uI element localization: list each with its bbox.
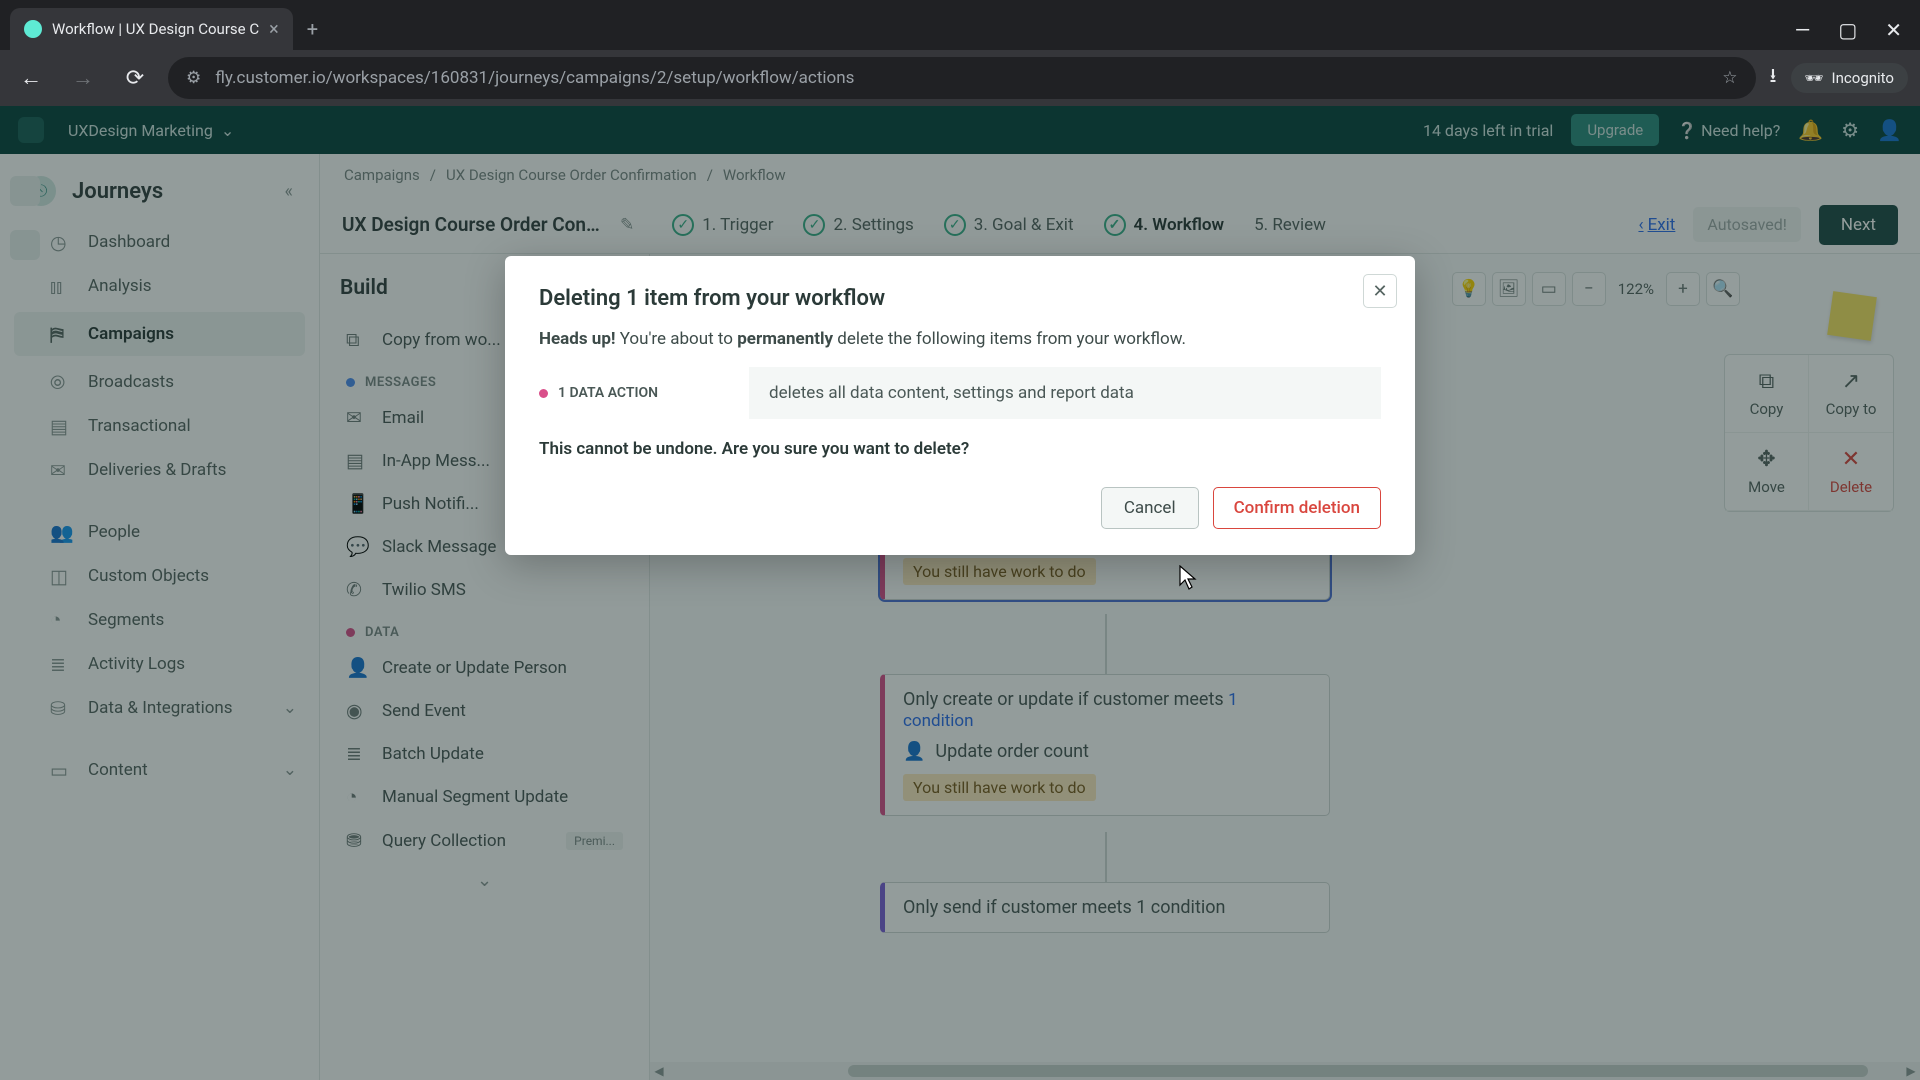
browser-tab[interactable]: Workflow | UX Design Course C × — [10, 8, 293, 50]
delete-confirmation-modal: ✕ Deleting 1 item from your workflow Hea… — [505, 256, 1415, 555]
browser-tabstrip: Workflow | UX Design Course C × + — ▢ ✕ — [0, 0, 1920, 50]
permanently-label: permanently — [737, 329, 833, 349]
cancel-label: Cancel — [1124, 498, 1176, 518]
url-text: fly.customer.io/workspaces/160831/journe… — [215, 68, 1708, 88]
modal-body-text: Heads up! You're about to permanently de… — [539, 329, 1381, 349]
incognito-icon: 🕶 — [1805, 69, 1824, 87]
window-controls: — ▢ ✕ — [1795, 18, 1920, 50]
reload-button[interactable]: ⟳ — [116, 59, 154, 97]
modal-text-frag: delete the following items from your wor… — [833, 329, 1186, 349]
address-bar[interactable]: ⚙ fly.customer.io/workspaces/160831/jour… — [168, 57, 1756, 99]
new-tab-button[interactable]: + — [293, 8, 332, 50]
modal-title: Deleting 1 item from your workflow — [539, 286, 1381, 311]
confirm-label: Confirm deletion — [1234, 498, 1360, 518]
modal-item-tag: 1 DATA ACTION — [539, 367, 749, 419]
maximize-icon[interactable]: ▢ — [1838, 18, 1857, 42]
close-tab-icon[interactable]: × — [269, 19, 279, 40]
downloads-icon[interactable]: ⭳ — [1770, 61, 1777, 95]
close-modal-button[interactable]: ✕ — [1363, 274, 1397, 308]
close-window-icon[interactable]: ✕ — [1885, 18, 1902, 42]
site-settings-icon[interactable]: ⚙ — [186, 68, 201, 88]
modal-item-row: 1 DATA ACTION deletes all data content, … — [539, 367, 1381, 419]
modal-item-desc: deletes all data content, settings and r… — [749, 367, 1381, 419]
confirm-deletion-button[interactable]: Confirm deletion — [1213, 487, 1381, 529]
tab-title: Workflow | UX Design Course C — [52, 20, 259, 38]
dot-icon — [539, 389, 548, 398]
modal-warning: This cannot be undone. Are you sure you … — [539, 439, 1381, 459]
heads-up-label: Heads up! — [539, 329, 616, 349]
browser-toolbar: ← → ⟳ ⚙ fly.customer.io/workspaces/16083… — [0, 50, 1920, 106]
bookmark-icon[interactable]: ☆ — [1722, 68, 1737, 88]
forward-button[interactable]: → — [64, 59, 102, 97]
cancel-button[interactable]: Cancel — [1101, 487, 1199, 529]
minimize-icon[interactable]: — — [1795, 18, 1811, 42]
incognito-label: Incognito — [1832, 69, 1894, 87]
modal-text-frag: You're about to — [616, 329, 738, 349]
tag-label: 1 DATA ACTION — [558, 385, 658, 401]
incognito-badge[interactable]: 🕶 Incognito — [1791, 63, 1909, 93]
modal-overlay[interactable]: ✕ Deleting 1 item from your workflow Hea… — [0, 106, 1920, 1080]
modal-actions: Cancel Confirm deletion — [539, 487, 1381, 529]
back-button[interactable]: ← — [12, 59, 50, 97]
favicon-icon — [24, 20, 42, 38]
